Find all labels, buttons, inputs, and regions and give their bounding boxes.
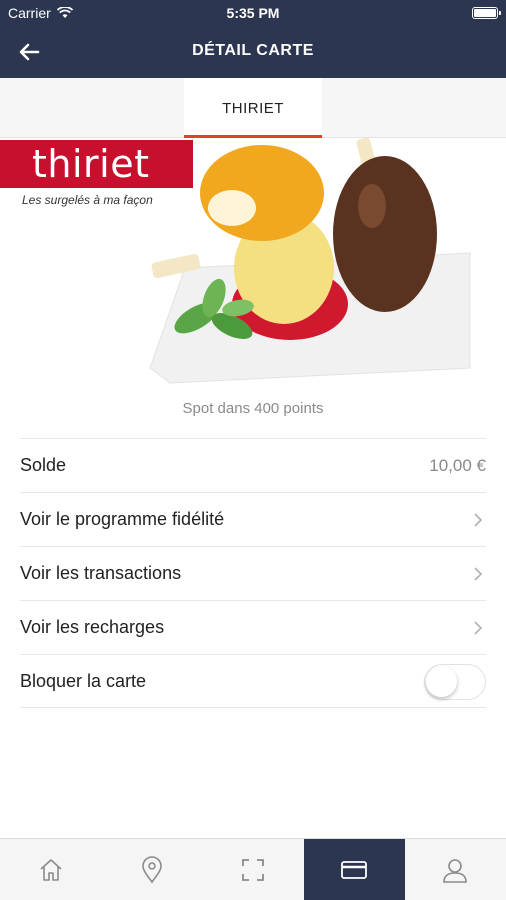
chevron-right-icon (474, 513, 483, 527)
tab-cards[interactable] (303, 839, 405, 900)
spot-text: Spot dans 400 points (182, 400, 324, 417)
card-icon (341, 860, 368, 879)
battery-icon (472, 7, 501, 19)
card-image: thiriet Les surgelés à ma façon (0, 138, 506, 386)
location-pin-icon (141, 855, 162, 883)
home-icon (40, 858, 62, 881)
toggle-knob (426, 666, 457, 697)
chevron-right-icon (474, 567, 483, 581)
row-recharges[interactable]: Voir les recharges (20, 600, 486, 654)
tab-locations[interactable] (101, 839, 202, 900)
row-label: Voir les transactions (20, 563, 182, 583)
row-label: Solde (20, 455, 67, 475)
user-icon (443, 858, 468, 883)
status-time: 5:35 PM (226, 5, 280, 21)
bottom-tab-bar (0, 838, 506, 900)
tab-profile[interactable] (405, 839, 506, 900)
card-tabs: THIRIET (0, 78, 506, 138)
scan-icon (242, 858, 264, 881)
row-loyalty-program[interactable]: Voir le programme fidélité (20, 492, 486, 546)
row-label: Voir les recharges (20, 617, 165, 637)
balance-value: 10,00 € (429, 456, 486, 475)
row-label: Bloquer la carte (20, 671, 147, 691)
row-block-card: Bloquer la carte (20, 654, 486, 708)
row-transactions[interactable]: Voir les transactions (20, 546, 486, 600)
block-card-toggle[interactable] (424, 664, 486, 700)
row-solde: Solde 10,00 € (20, 438, 486, 492)
page-title: DÉTAIL CARTE (192, 42, 314, 59)
tab-thiriet[interactable]: THIRIET (184, 78, 322, 138)
top-header: Carrier 5:35 PM DÉTAIL CARTE (0, 0, 506, 78)
card-options-list: Solde 10,00 € Voir le programme fidélité… (20, 438, 486, 708)
row-label: Voir le programme fidélité (20, 509, 225, 529)
tab-home[interactable] (0, 839, 101, 900)
status-bar: Carrier 5:35 PM (0, 0, 506, 26)
tab-scan[interactable] (202, 839, 303, 900)
chevron-right-icon (474, 621, 483, 635)
navbar: DÉTAIL CARTE (0, 26, 506, 78)
ice-cream-illustration (149, 138, 471, 384)
